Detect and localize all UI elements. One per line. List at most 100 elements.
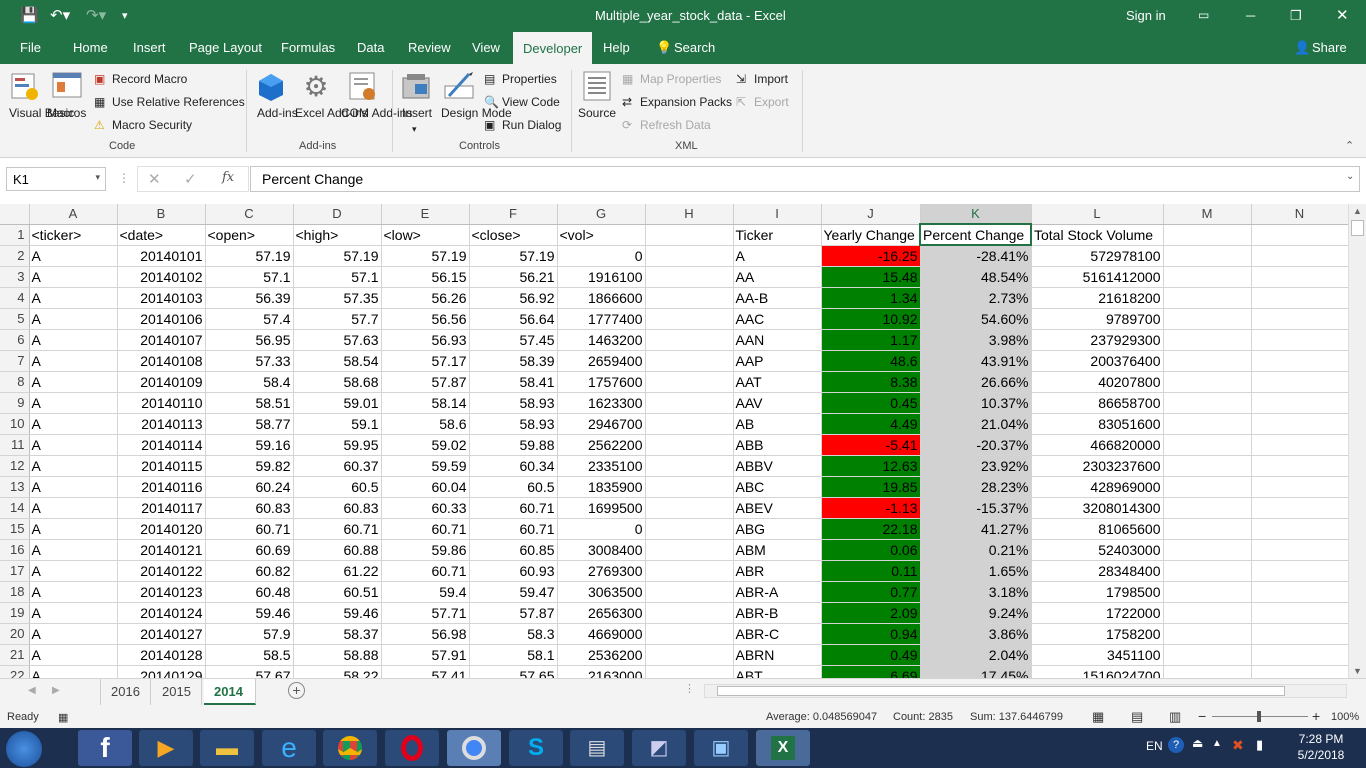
cell[interactable] <box>645 392 734 414</box>
cell[interactable] <box>1163 413 1252 435</box>
cell[interactable]: 58.37 <box>293 623 382 645</box>
row-header[interactable]: 4 <box>0 287 30 309</box>
cell[interactable]: 60.83 <box>293 497 382 519</box>
cell[interactable] <box>645 329 734 351</box>
vertical-scrollbar[interactable]: ▲ ▼ <box>1348 204 1366 678</box>
cell[interactable]: 61.22 <box>293 560 382 582</box>
yearly-change-negative[interactable]: -5.41 <box>821 434 921 456</box>
cell[interactable]: 57.19 <box>293 245 382 267</box>
cell[interactable]: A <box>29 308 118 330</box>
column-header-a[interactable]: A <box>29 204 118 225</box>
redo-icon[interactable]: ↷▾ <box>86 6 106 24</box>
cell[interactable] <box>645 266 734 288</box>
cell[interactable]: 2163000 <box>557 665 646 678</box>
cell[interactable] <box>645 224 734 246</box>
tab-file[interactable]: File <box>20 40 41 55</box>
chevron-down-icon[interactable]: ▾ <box>412 121 417 137</box>
cell[interactable]: 52403000 <box>1031 539 1164 561</box>
cell[interactable] <box>1251 245 1349 267</box>
cell[interactable] <box>1251 224 1349 246</box>
yearly-change-positive[interactable]: 0.77 <box>821 581 921 603</box>
opera-icon[interactable] <box>385 730 439 766</box>
row-header[interactable]: 16 <box>0 539 30 561</box>
cell[interactable]: 58.39 <box>469 350 558 372</box>
yearly-change-positive[interactable]: 1.34 <box>821 287 921 309</box>
document-viewer-icon[interactable]: ▤ <box>570 730 624 766</box>
cell[interactable]: 59.46 <box>205 602 294 624</box>
cell[interactable] <box>645 644 734 666</box>
cell[interactable]: 4669000 <box>557 623 646 645</box>
cell[interactable]: 56.21 <box>469 266 558 288</box>
cell[interactable] <box>645 350 734 372</box>
cell[interactable]: 0 <box>557 245 646 267</box>
cell[interactable]: 20140109 <box>117 371 206 393</box>
cell[interactable]: A <box>29 476 118 498</box>
percent-change-cell[interactable]: 3.18% <box>920 581 1032 603</box>
cell[interactable]: 58.41 <box>469 371 558 393</box>
row-header[interactable]: 8 <box>0 371 30 393</box>
cell[interactable]: 56.95 <box>205 329 294 351</box>
run-dialog-button[interactable]: Run Dialog <box>502 117 561 133</box>
cell[interactable]: 60.71 <box>381 560 470 582</box>
cell[interactable]: ABT <box>733 665 822 678</box>
cell[interactable]: 28348400 <box>1031 560 1164 582</box>
cell[interactable]: Yearly Change <box>821 224 921 246</box>
cell[interactable] <box>1163 560 1252 582</box>
tab-formulas[interactable]: Formulas <box>281 40 335 55</box>
cell[interactable]: A <box>29 497 118 519</box>
row-header[interactable]: 12 <box>0 455 30 477</box>
row-header[interactable]: 11 <box>0 434 30 456</box>
active-cell[interactable]: Percent Change <box>919 223 1032 246</box>
cell[interactable]: ABR-B <box>733 602 822 624</box>
cell[interactable] <box>1163 434 1252 456</box>
cell[interactable] <box>1251 392 1349 414</box>
cell[interactable]: 60.37 <box>293 455 382 477</box>
cell[interactable]: 1623300 <box>557 392 646 414</box>
cell[interactable]: 60.85 <box>469 539 558 561</box>
cell[interactable] <box>1251 476 1349 498</box>
cell[interactable] <box>1251 518 1349 540</box>
h-scroll-thumb[interactable] <box>717 686 1285 696</box>
cell[interactable]: ABC <box>733 476 822 498</box>
cell[interactable]: 2303237600 <box>1031 455 1164 477</box>
cell[interactable]: ABRN <box>733 644 822 666</box>
cell[interactable]: A <box>29 329 118 351</box>
cell[interactable]: ABM <box>733 539 822 561</box>
cell[interactable]: 57.4 <box>205 308 294 330</box>
expand-formula-icon[interactable]: ⌄ <box>1346 171 1354 182</box>
cell[interactable]: 59.4 <box>381 581 470 603</box>
sheet-tab-2014[interactable]: 2014 <box>204 679 256 705</box>
cell[interactable] <box>645 602 734 624</box>
cell[interactable] <box>1163 455 1252 477</box>
cell[interactable]: 56.92 <box>469 287 558 309</box>
percent-change-cell[interactable]: 28.23% <box>920 476 1032 498</box>
close-icon[interactable]: ✕ <box>1336 6 1349 24</box>
excel-taskbar-icon[interactable]: X <box>756 730 810 766</box>
import-button[interactable]: Import <box>754 71 788 87</box>
cell[interactable]: 58.93 <box>469 413 558 435</box>
yearly-change-positive[interactable]: 12.63 <box>821 455 921 477</box>
cell[interactable]: 60.51 <box>293 581 382 603</box>
cell[interactable]: 20140101 <box>117 245 206 267</box>
record-macro-button[interactable]: Record Macro <box>112 71 187 87</box>
column-header-e[interactable]: E <box>381 204 470 225</box>
cell[interactable] <box>1163 665 1252 678</box>
cell[interactable] <box>645 308 734 330</box>
cell[interactable] <box>1163 476 1252 498</box>
start-icon[interactable] <box>6 731 42 767</box>
cell[interactable]: A <box>29 518 118 540</box>
tab-page-layout[interactable]: Page Layout <box>189 40 262 55</box>
run-dialog-icon[interactable]: ▣ <box>484 117 495 133</box>
cell[interactable]: 57.7 <box>293 308 382 330</box>
cell[interactable]: 59.16 <box>205 434 294 456</box>
cell[interactable]: 60.48 <box>205 581 294 603</box>
column-header-i[interactable]: I <box>733 204 822 225</box>
tab-help[interactable]: Help <box>603 40 630 55</box>
row-header[interactable]: 14 <box>0 497 30 519</box>
cell[interactable]: 81065600 <box>1031 518 1164 540</box>
cell[interactable]: 58.3 <box>469 623 558 645</box>
insert-function-icon[interactable]: fx <box>222 170 234 185</box>
cell[interactable]: 57.35 <box>293 287 382 309</box>
cell[interactable] <box>645 434 734 456</box>
cell[interactable] <box>1251 623 1349 645</box>
